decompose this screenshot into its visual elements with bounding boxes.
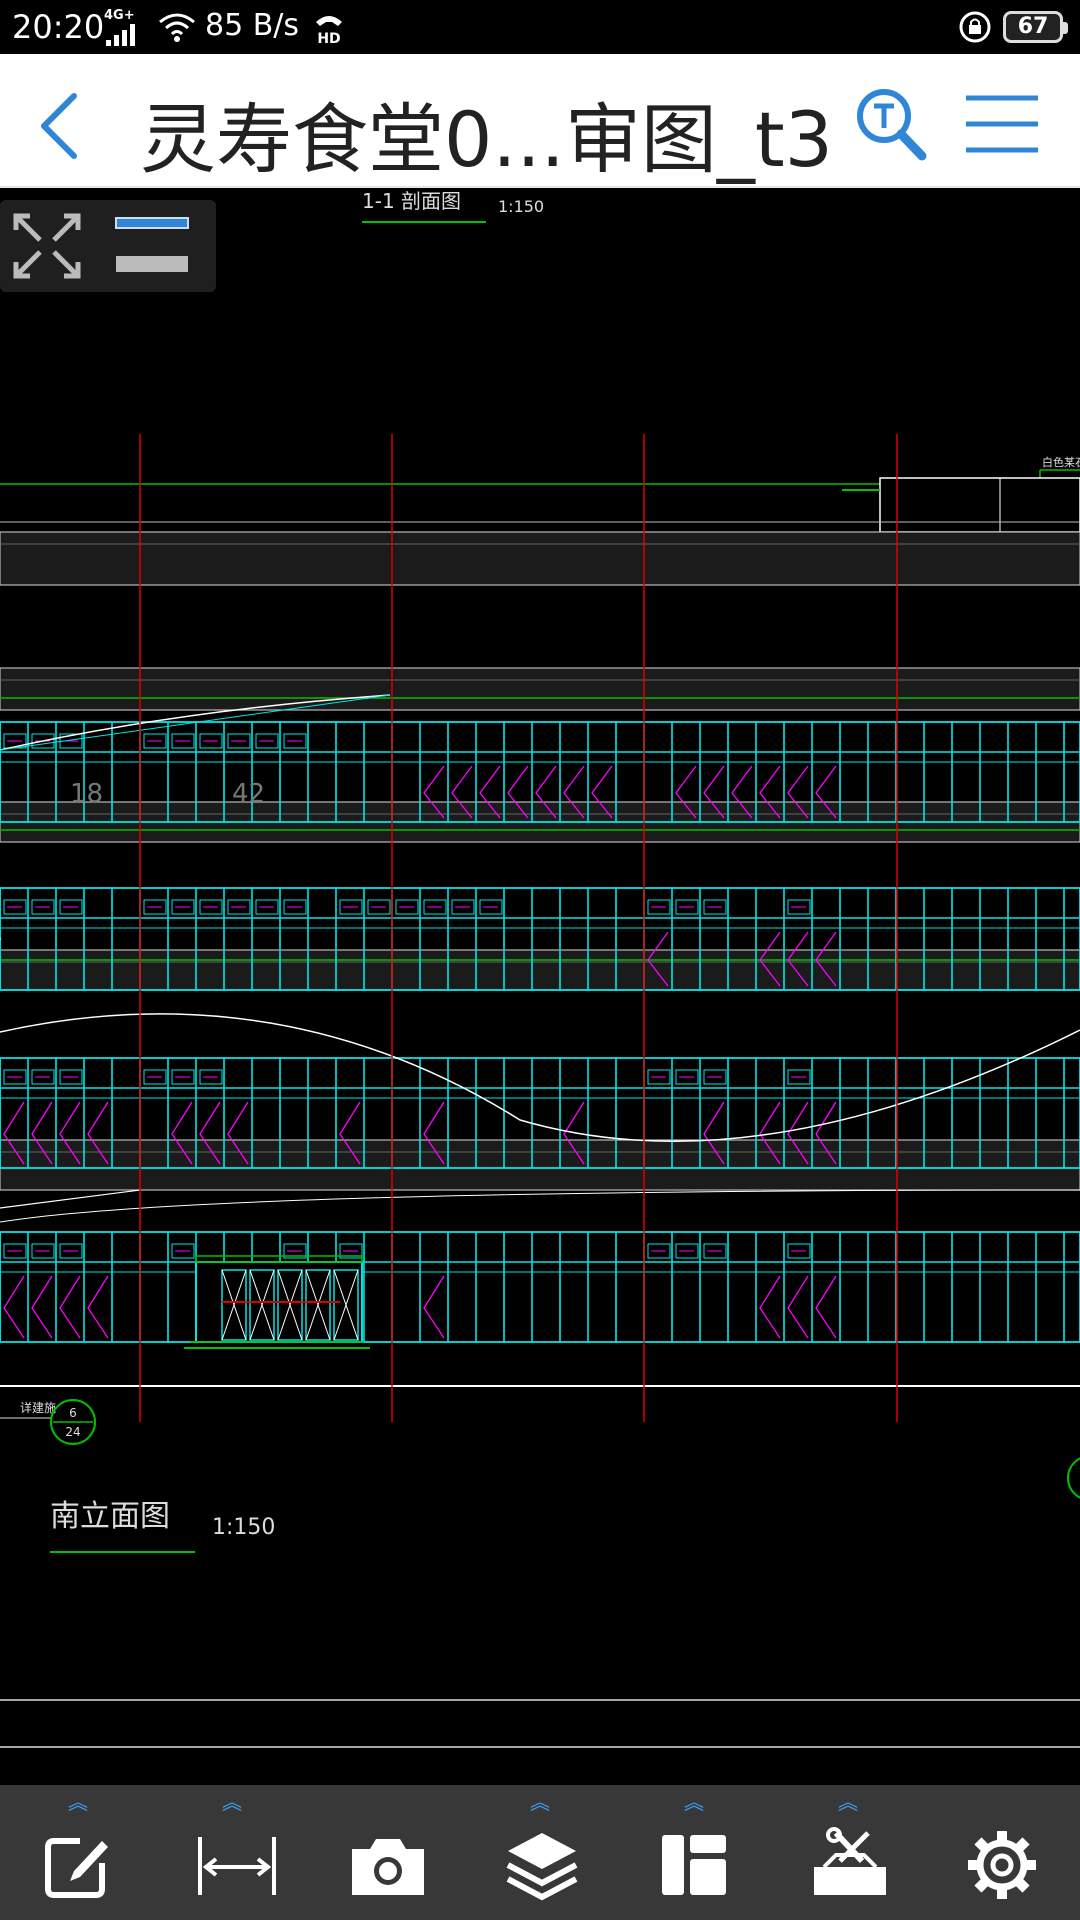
measure-button[interactable]: ︽ (172, 1785, 292, 1920)
zoom-out-icon[interactable] (112, 252, 192, 276)
battery-level: 67 (1017, 14, 1049, 39)
layers-button[interactable]: ︽ (480, 1785, 600, 1920)
wifi-icon (159, 13, 195, 42)
text-search-icon[interactable] (850, 84, 930, 164)
dim-label-b: 42 (232, 779, 265, 809)
elevation-title: 南立面图 (50, 1499, 170, 1534)
hamburger-menu-icon[interactable] (962, 88, 1042, 158)
fit-screen-icon[interactable] (10, 210, 84, 282)
section-title: 1-1 剖面图 (362, 190, 461, 213)
detail-circle-bottom: 24 (65, 1425, 80, 1439)
title-bar: 灵寿食堂0...审图_t3 (0, 54, 1080, 188)
cad-drawing: 1-1 剖面图 1:150 白色某石涂 18 42 详建施 6 24 南立面图 … (0, 190, 1080, 1748)
rotation-lock-icon (959, 11, 991, 43)
edit-icon (45, 1838, 108, 1898)
top-right-note: 白色某石涂 (1042, 455, 1080, 469)
network-speed: 85 B/s (205, 8, 300, 43)
measure-icon (198, 1837, 276, 1895)
detail-circle-top: 6 (69, 1406, 77, 1420)
elevation-scale: 1:150 (212, 1515, 275, 1540)
camera-icon (352, 1839, 424, 1895)
layers-icon (506, 1833, 578, 1901)
screenshot-button[interactable] (326, 1785, 446, 1920)
elevation-drawing (0, 434, 1080, 1422)
tools-button[interactable]: ︽ (788, 1785, 908, 1920)
expand-chevron-icon: ︽ (838, 1790, 858, 1814)
status-bar: 20:20 4G+ 85 B/s HD 67 (0, 0, 1080, 54)
bottom-toolbar: ︽ ︽ ︽ ︽ ︽ (0, 1785, 1080, 1920)
layout-icon (662, 1835, 726, 1895)
settings-button[interactable] (942, 1785, 1062, 1920)
chevron-left-icon[interactable] (30, 90, 90, 160)
expand-chevron-icon: ︽ (684, 1790, 704, 1814)
status-time: 20:20 (12, 8, 105, 46)
section-scale: 1:150 (498, 197, 544, 216)
zoom-panel (0, 200, 216, 292)
expand-chevron-icon: ︽ (222, 1790, 242, 1814)
expand-chevron-icon: ︽ (530, 1790, 550, 1814)
hd-label: HD (317, 31, 340, 44)
network-type: 4G+ (104, 8, 135, 23)
toolbox-icon (814, 1827, 886, 1895)
document-title: 灵寿食堂0...审图_t3 (140, 95, 833, 184)
battery-indicator: 67 (1003, 11, 1068, 43)
expand-chevron-icon: ︽ (68, 1790, 88, 1814)
zoom-in-icon[interactable] (112, 214, 192, 234)
gear-icon (968, 1831, 1036, 1899)
hd-call-icon: HD (316, 16, 342, 44)
annotate-button[interactable]: ︽ (18, 1785, 138, 1920)
signal-icon (106, 24, 135, 46)
detail-note: 详建施 (20, 1400, 56, 1415)
drawing-canvas[interactable]: 1-1 剖面图 1:150 白色某石涂 18 42 详建施 6 24 南立面图 … (0, 190, 1080, 1785)
layout-button[interactable]: ︽ (634, 1785, 754, 1920)
dim-label-a: 18 (70, 779, 103, 809)
